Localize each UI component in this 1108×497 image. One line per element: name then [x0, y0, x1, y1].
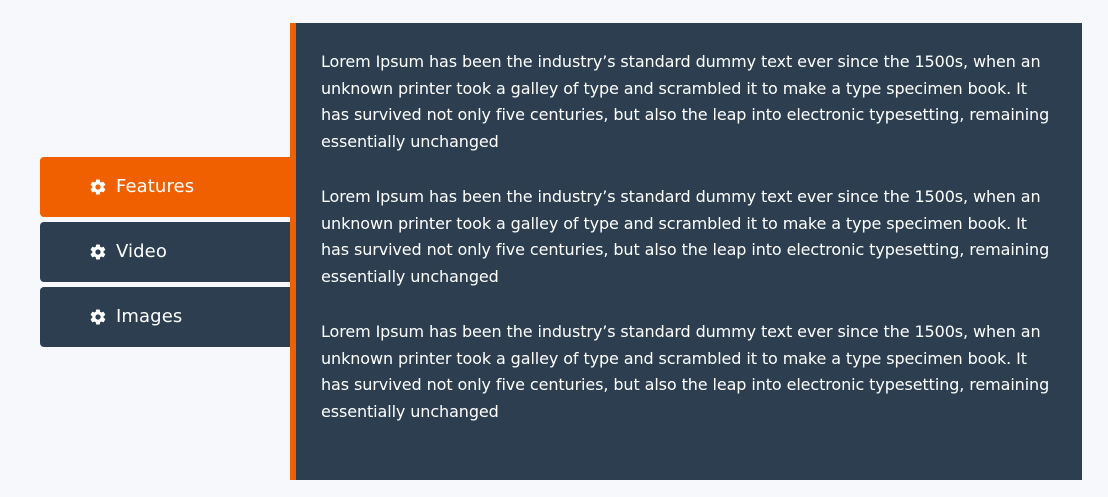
content-paragraph-2: Lorem Ipsum has been the industry’s stan… [321, 187, 1050, 286]
tab-list: Features Video Images [40, 157, 290, 352]
tab-images-label: Images [116, 306, 183, 327]
content-paragraph-3: Lorem Ipsum has been the industry’s stan… [321, 322, 1050, 421]
tab-content-panel: Lorem Ipsum has been the industry’s stan… [290, 23, 1082, 480]
gear-icon [89, 308, 107, 326]
tab-features[interactable]: Features [40, 157, 290, 217]
tab-video[interactable]: Video [40, 222, 290, 282]
gear-icon [89, 243, 107, 261]
tab-video-label: Video [116, 241, 167, 262]
tab-features-label: Features [116, 176, 195, 197]
gear-icon [89, 178, 107, 196]
content-paragraph-1: Lorem Ipsum has been the industry’s stan… [321, 52, 1050, 151]
tab-images[interactable]: Images [40, 287, 290, 347]
